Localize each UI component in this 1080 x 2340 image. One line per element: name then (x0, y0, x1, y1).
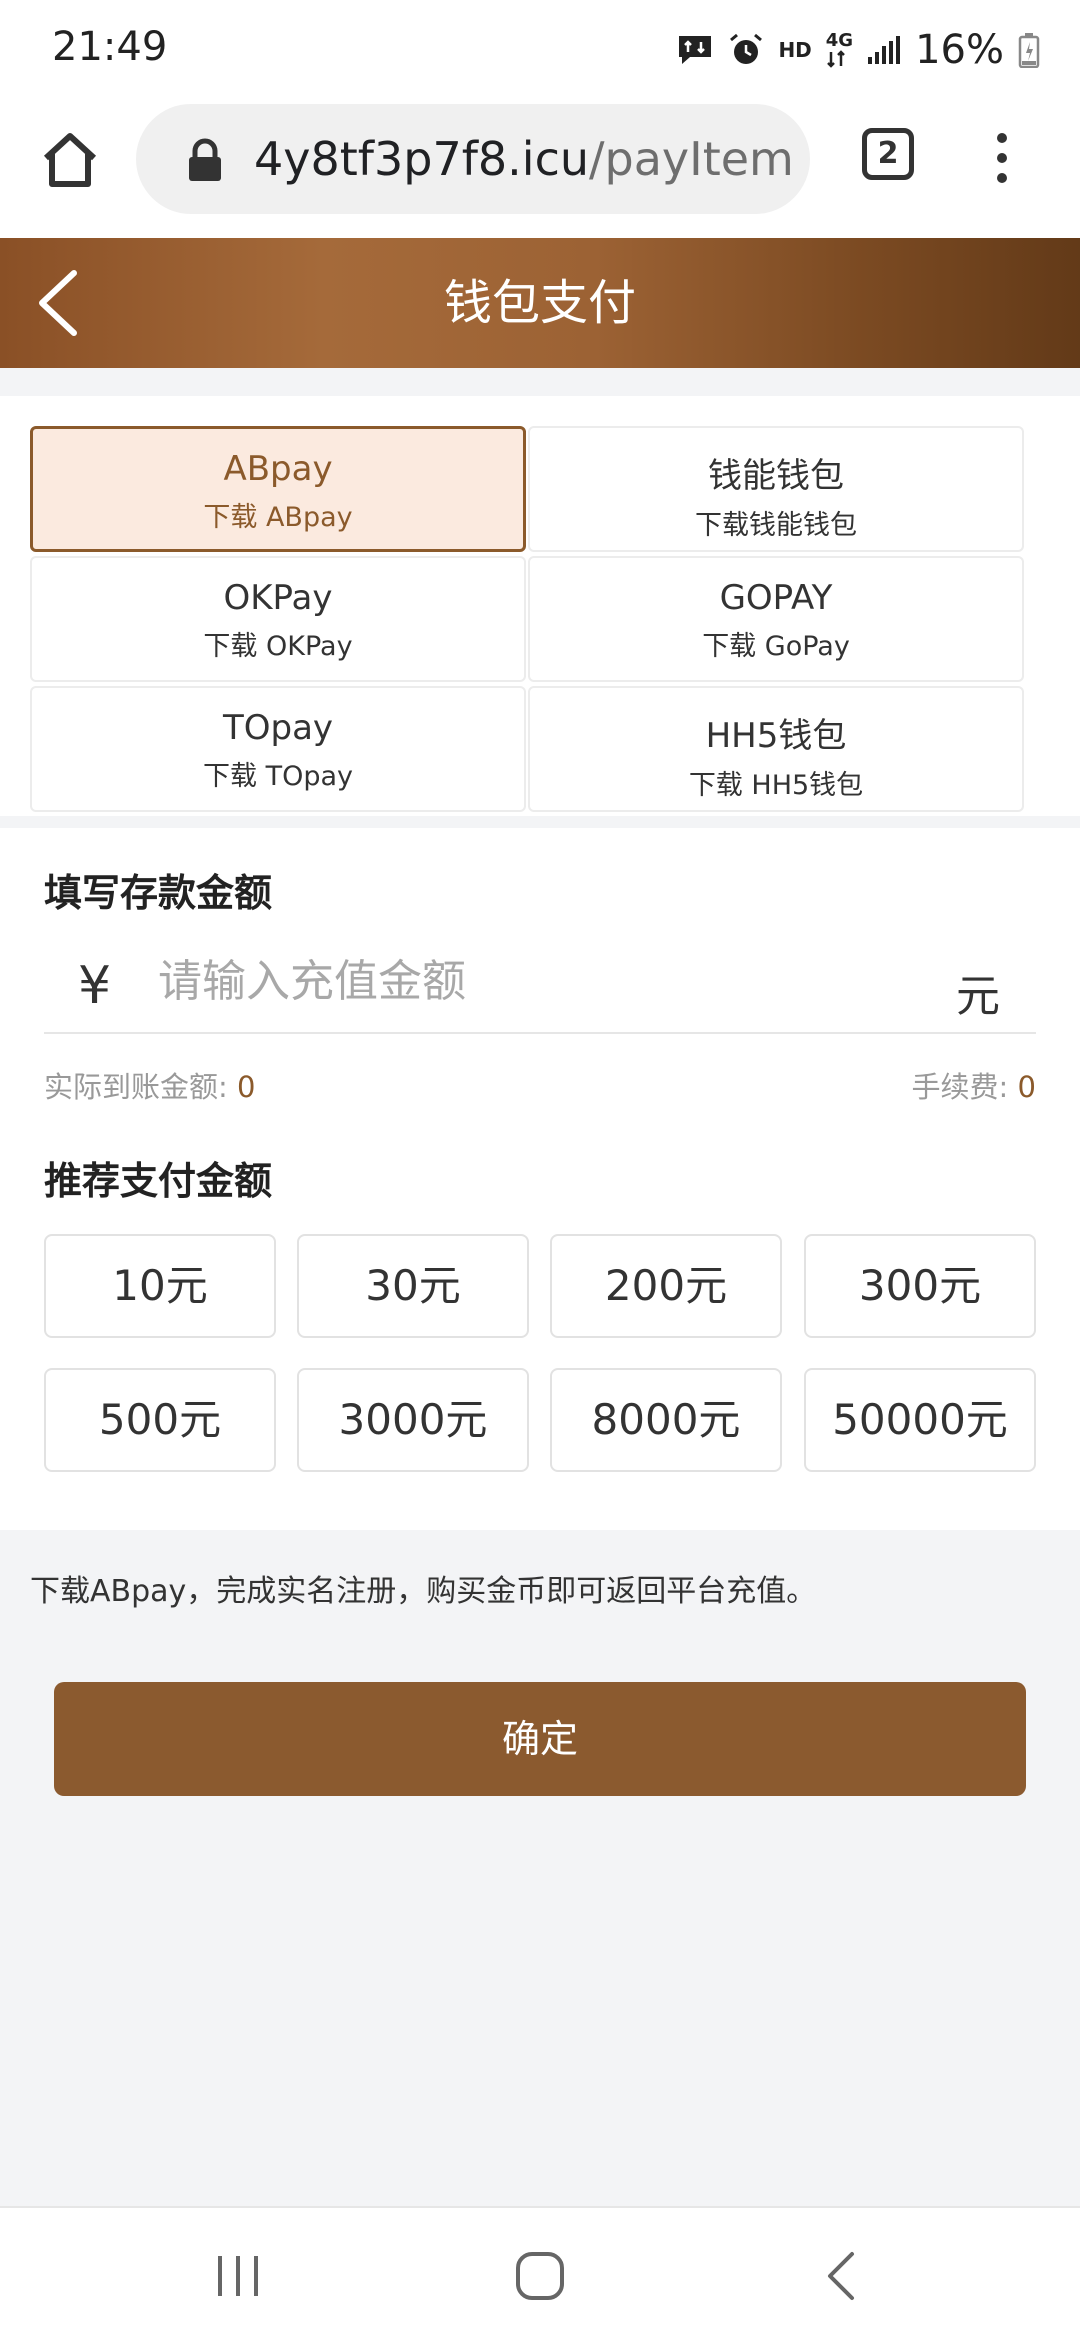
amount-option[interactable]: 30元 (297, 1234, 529, 1338)
url-text: 4y8tf3p7f8.icu/payItem (254, 132, 794, 186)
page-title: 钱包支付 (443, 275, 636, 331)
address-bar[interactable]: 4y8tf3p7f8.icu/payItem (136, 104, 810, 214)
yen-icon: ¥ (78, 956, 112, 1016)
browser-toolbar: 4y8tf3p7f8.icu/payItem 2 (0, 100, 1080, 238)
wallet-name: HH5钱包 (705, 716, 847, 756)
amount-option[interactable]: 50000元 (804, 1368, 1036, 1472)
tabs-icon[interactable]: 2 (862, 128, 914, 180)
input-divider (44, 1032, 1036, 1034)
signal-icon (868, 36, 901, 64)
confirm-button[interactable]: 确定 (54, 1682, 1026, 1796)
amount-option[interactable]: 300元 (804, 1234, 1036, 1338)
wallet-download-label: 下载 GoPay (702, 631, 850, 662)
wallet-option-abpay[interactable]: ABpay 下载 ABpay (30, 426, 526, 552)
url-domain: 4y8tf3p7f8.icu (254, 132, 590, 186)
amount-option[interactable]: 10元 (44, 1234, 276, 1338)
actual-amount-info: 实际到账金额: 0 (44, 1064, 255, 1106)
recommend-title: 推荐支付金额 (44, 1159, 273, 1203)
home-nav-icon[interactable] (508, 2244, 572, 2308)
wallet-name: TOpay (222, 708, 334, 748)
fee-info: 手续费: 0 (912, 1064, 1036, 1106)
fee-value: 0 (1017, 1070, 1036, 1104)
page-header: 钱包支付 (0, 238, 1080, 368)
menu-icon[interactable] (984, 130, 1020, 186)
fee-label: 手续费: (911, 1070, 1018, 1104)
url-path: /payItem (589, 132, 794, 186)
recent-apps-icon[interactable] (206, 2244, 270, 2308)
wallet-name: 钱能钱包 (708, 456, 844, 496)
back-arrow-icon[interactable] (22, 263, 102, 343)
home-icon[interactable] (38, 128, 102, 192)
alarm-icon (730, 33, 763, 64)
wallet-option-hh5[interactable]: HH5钱包 下载 HH5钱包 (528, 686, 1024, 812)
message-icon (679, 36, 712, 64)
wallet-download-label: 下载 HH5钱包 (688, 770, 864, 801)
deposit-title: 填写存款金额 (44, 871, 273, 915)
hd-indicator: HD (778, 38, 812, 62)
wallet-name: OKPay (223, 578, 333, 618)
status-time: 21:49 (52, 24, 168, 70)
wallet-option-gopay[interactable]: GOPAY 下载 GoPay (528, 556, 1024, 682)
amount-option[interactable]: 8000元 (550, 1368, 782, 1472)
status-icons: HD 4G 16% (676, 22, 1040, 78)
wallet-download-label: 下载 ABpay (203, 502, 353, 533)
battery-icon (1018, 33, 1040, 68)
wallet-download-label: 下载 TOpay (203, 761, 353, 792)
instruction-note: 下载ABpay，完成实名注册，购买金币即可返回平台充值。 (30, 1574, 817, 1609)
deposit-section: 填写存款金额 ¥ 元 实际到账金额: 0 手续费: 0 推荐支付金额 10元 3… (0, 828, 1080, 1530)
amount-option[interactable]: 3000元 (297, 1368, 529, 1472)
network-indicator: 4G (826, 32, 853, 68)
wallet-name: ABpay (223, 449, 333, 489)
wallet-name: GOPAY (719, 578, 833, 618)
battery-percent: 16% (915, 27, 1004, 73)
wallet-download-label: 下载钱能钱包 (695, 510, 857, 541)
lock-icon (189, 138, 221, 181)
system-nav-bar (0, 2206, 1080, 2340)
wallet-option-okpay[interactable]: OKPay 下载 OKPay (30, 556, 526, 682)
amount-input[interactable] (158, 946, 918, 1016)
back-nav-icon[interactable] (810, 2244, 874, 2308)
wallet-list: ABpay 下载 ABpay 钱能钱包 下载钱能钱包 OKPay 下载 OKPa… (0, 396, 1080, 816)
status-bar: 21:49 HD 4G 16% (0, 0, 1080, 100)
wallet-option-topay[interactable]: TOpay 下载 TOpay (30, 686, 526, 812)
actual-amount-label: 实际到账金额: (44, 1070, 237, 1104)
wallet-option-qianneng[interactable]: 钱能钱包 下载钱能钱包 (528, 426, 1024, 552)
wallet-download-label: 下载 OKPay (203, 631, 353, 662)
amount-option[interactable]: 200元 (550, 1234, 782, 1338)
actual-amount-value: 0 (237, 1070, 256, 1104)
amount-option[interactable]: 500元 (44, 1368, 276, 1472)
unit-label: 元 (956, 971, 1000, 1022)
